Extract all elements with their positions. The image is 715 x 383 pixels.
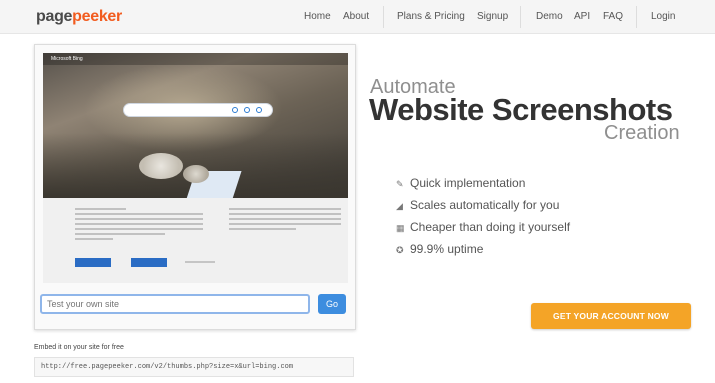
- pagepeeker-logo[interactable]: pagepeeker: [36, 8, 122, 26]
- feature-item: ✪ 99.9% uptime: [396, 242, 483, 256]
- text-line: [75, 233, 165, 235]
- feature-label: 99.9% uptime: [410, 242, 484, 256]
- thumbnail-text-column: [75, 208, 203, 243]
- nav-plans-pricing[interactable]: Plans & Pricing: [397, 11, 465, 22]
- text-line: [75, 223, 203, 225]
- nav-divider: [520, 6, 521, 28]
- test-site-input[interactable]: [40, 294, 310, 314]
- text-line: [75, 218, 203, 220]
- mic-icon: [232, 107, 238, 113]
- site-header: pagepeeker Home About Plans & Pricing Si…: [0, 0, 715, 34]
- text-line: [229, 223, 341, 225]
- nav-login[interactable]: Login: [651, 11, 675, 22]
- thumbnail-accept-button: [75, 258, 111, 267]
- website-thumbnail: Microsoft Bing: [43, 53, 348, 198]
- feature-label: Quick implementation: [410, 176, 526, 190]
- thumbnail-more-link: [185, 261, 215, 263]
- text-line: [229, 213, 341, 215]
- nav-divider: [383, 6, 384, 28]
- text-line: [75, 228, 203, 230]
- search-icon: [256, 107, 262, 113]
- text-line: [229, 218, 341, 220]
- logo-part-peeker: peeker: [72, 8, 122, 25]
- chart-icon: ◢: [396, 201, 403, 211]
- feature-item: ✎ Quick implementation: [396, 176, 525, 190]
- text-line: [229, 208, 341, 210]
- embed-label: Embed it on your site for free: [34, 344, 124, 351]
- thumbnail-consent-panel: [43, 198, 348, 283]
- feature-item: ◢ Scales automatically for you: [396, 198, 559, 212]
- camera-icon: [244, 107, 250, 113]
- thumbnail-site-logo: Microsoft Bing: [51, 56, 83, 62]
- feature-label: Scales automatically for you: [410, 198, 560, 212]
- thumbnail-topbar: Microsoft Bing: [43, 53, 348, 65]
- text-line: [229, 228, 297, 230]
- thumbnail-reject-button: [131, 258, 167, 267]
- text-line: [75, 238, 114, 240]
- hero-subtitle: Creation: [604, 122, 680, 144]
- grid-icon: ▦: [396, 223, 405, 233]
- nav-demo[interactable]: Demo: [536, 11, 563, 22]
- pencil-icon: ✎: [396, 179, 404, 189]
- text-line: [75, 213, 203, 215]
- go-button[interactable]: Go: [318, 294, 346, 314]
- embed-code-field[interactable]: http://free.pagepeeker.com/v2/thumbs.php…: [34, 357, 354, 377]
- get-account-button[interactable]: GET YOUR ACCOUNT NOW: [531, 303, 691, 329]
- nav-api[interactable]: API: [574, 11, 590, 22]
- logo-part-page: page: [36, 8, 73, 25]
- screenshot-card: Microsoft Bing: [34, 44, 356, 330]
- snow-leopard: [183, 165, 209, 183]
- feature-label: Cheaper than doing it yourself: [410, 220, 571, 234]
- nav-signup[interactable]: Signup: [477, 11, 508, 22]
- thumbnail-search-box: [123, 103, 273, 117]
- feature-item: ▦ Cheaper than doing it yourself: [396, 220, 570, 234]
- thumbnail-text-column: [229, 208, 341, 233]
- nav-divider: [636, 6, 637, 28]
- nav-about[interactable]: About: [343, 11, 369, 22]
- snow-leopard: [139, 153, 183, 179]
- text-line: [75, 208, 127, 210]
- nav-home[interactable]: Home: [304, 11, 331, 22]
- nav-faq[interactable]: FAQ: [603, 11, 623, 22]
- gauge-icon: ✪: [396, 245, 404, 255]
